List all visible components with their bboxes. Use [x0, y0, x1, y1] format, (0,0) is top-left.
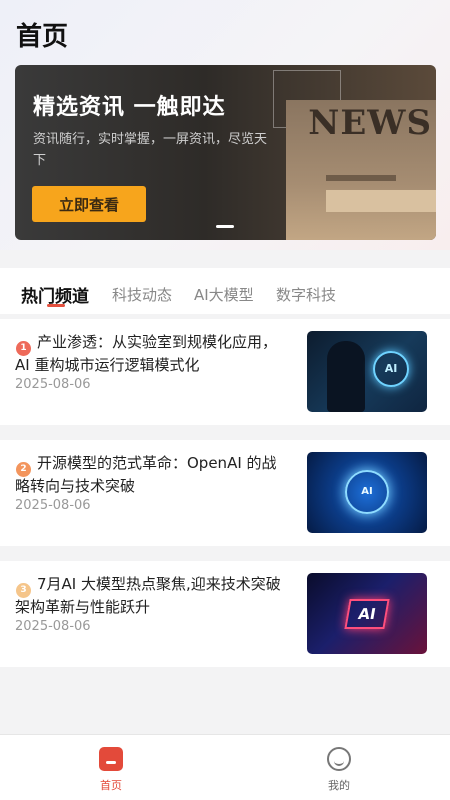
news-thumbnail: AI — [307, 452, 427, 533]
banner-headline: 精选资讯 一触即达 — [33, 95, 226, 120]
nav-profile[interactable]: 我的 — [299, 735, 379, 800]
carousel-indicator[interactable] — [216, 225, 234, 228]
list-item[interactable]: 1 产业渗透：从实验室到规模化应用，AI 重构城市运行逻辑模式化 2025-08… — [0, 319, 450, 425]
ai-brain-icon: AI — [345, 470, 389, 514]
profile-icon — [327, 747, 351, 771]
tab-digital-tech[interactable]: 数字科技 — [276, 284, 336, 305]
home-icon — [99, 747, 123, 771]
banner-decoration — [326, 190, 436, 212]
channel-tabs: 热门频道 科技动态 AI大模型 数字科技 — [0, 268, 450, 314]
news-title: 开源模型的范式革命：OpenAI 的战略转向与技术突破 — [15, 454, 277, 495]
banner-subtitle: 资讯随行，实时掌握，一屏资讯，尽览天下 — [33, 132, 268, 168]
nav-home[interactable]: 首页 — [71, 735, 151, 800]
banner[interactable]: NEWS 精选资讯 一触即达 资讯随行，实时掌握，一屏资讯，尽览天下 立即查看 — [15, 65, 436, 240]
banner-decoration — [326, 175, 396, 181]
news-date: 2025-08-06 — [15, 498, 91, 513]
news-thumbnail: AI — [307, 331, 427, 412]
nav-home-label: 首页 — [100, 779, 122, 792]
nav-profile-label: 我的 — [328, 779, 350, 792]
tab-ai-models[interactable]: AI大模型 — [194, 284, 254, 305]
news-date: 2025-08-06 — [15, 377, 91, 392]
news-title: 产业渗透：从实验室到规模化应用，AI 重构城市运行逻辑模式化 — [15, 333, 278, 374]
active-tab-indicator — [47, 304, 65, 307]
list-item[interactable]: 2 开源模型的范式革命：OpenAI 的战略转向与技术突破 2025-08-06… — [0, 440, 450, 546]
news-title: 7月AI 大模型热点聚焦,迎来技术突破架构革新与性能跃升 — [15, 575, 281, 616]
bottom-navigation: 首页 我的 — [0, 734, 450, 800]
page-title: 首页 — [16, 22, 69, 52]
tab-tech-news[interactable]: 科技动态 — [112, 284, 172, 305]
person-silhouette — [327, 341, 365, 412]
ai-hologram-icon: AI — [373, 351, 409, 387]
banner-news-word: NEWS — [308, 103, 432, 143]
news-thumbnail: AI — [307, 573, 427, 654]
view-now-button[interactable]: 立即查看 — [32, 186, 146, 222]
ai-chip-icon: AI — [344, 599, 390, 629]
list-item[interactable]: 3 7月AI 大模型热点聚焦,迎来技术突破架构革新与性能跃升 2025-08-0… — [0, 561, 450, 667]
news-date: 2025-08-06 — [15, 619, 91, 634]
